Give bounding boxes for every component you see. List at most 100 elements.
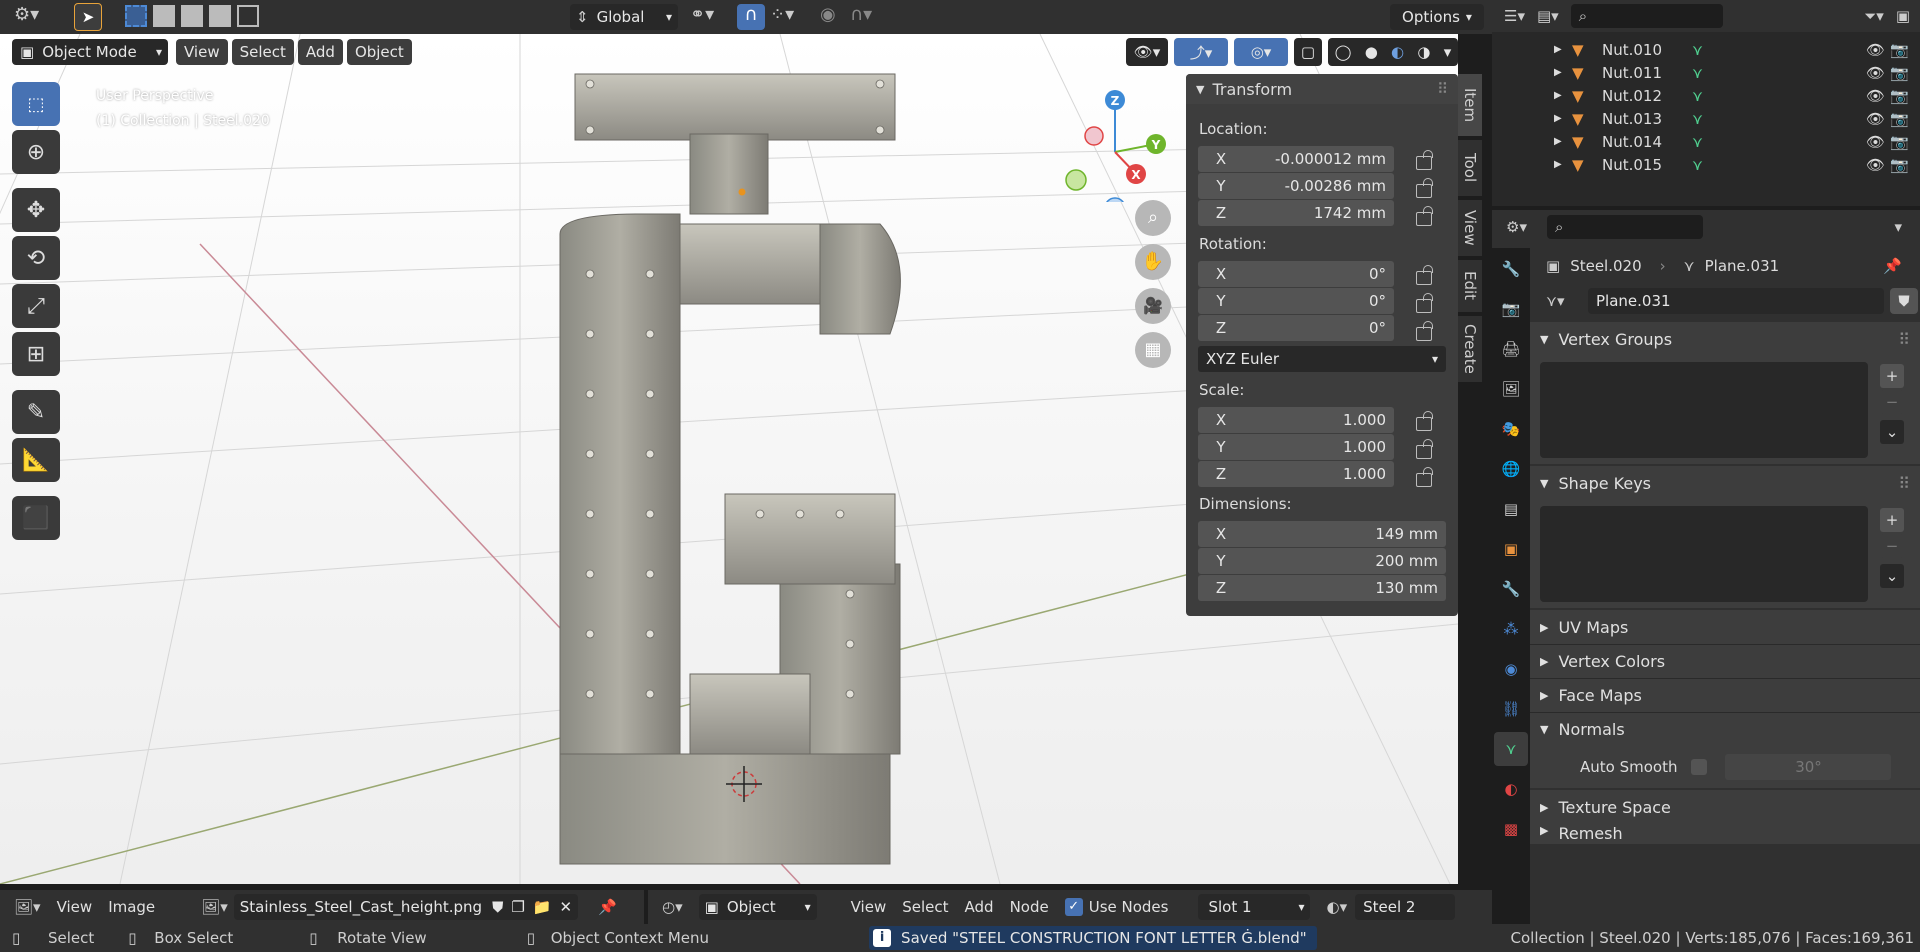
scale-x-field[interactable]: X 1.000	[1198, 407, 1394, 433]
add-cube-tool-icon[interactable]: ⬛	[12, 496, 60, 540]
expand-arrow-icon[interactable]: ▶	[1554, 113, 1572, 124]
rotation-y-field[interactable]: Y 0°	[1198, 288, 1394, 314]
navigation-gizmo[interactable]: Z Y X	[1060, 82, 1170, 219]
lock-icon[interactable]	[1416, 265, 1433, 285]
tab-view[interactable]: View	[1458, 200, 1482, 256]
expand-arrow-icon[interactable]: ▶	[1554, 159, 1572, 170]
lock-icon[interactable]	[1416, 439, 1433, 459]
chevron-down-icon[interactable]: ⌄	[1880, 564, 1904, 588]
panel-uv-maps[interactable]: ▶ UV Maps	[1530, 610, 1920, 644]
eye-icon[interactable]: 👁	[1866, 110, 1890, 128]
texture-tab-icon[interactable]: ▩	[1494, 812, 1528, 846]
material-browse-icon[interactable]: ◐▾	[1326, 898, 1347, 916]
pivot-icon[interactable]: ⚭▾	[690, 4, 730, 30]
scale-z-field[interactable]: Z 1.000	[1198, 461, 1394, 487]
add-icon[interactable]: +	[1880, 364, 1904, 388]
tool-tab-icon[interactable]: 🔧	[1494, 252, 1528, 286]
chevron-down-icon[interactable]: ▾	[1444, 43, 1452, 61]
lock-icon[interactable]	[1416, 321, 1433, 341]
mesh-data-icon[interactable]: ⋎	[1692, 110, 1703, 128]
camera-icon[interactable]: 📷	[1890, 156, 1920, 174]
camera-icon[interactable]: 📷	[1890, 110, 1920, 128]
xray-icon[interactable]: ▢	[1294, 38, 1322, 66]
camera-icon[interactable]: 🎥	[1135, 288, 1171, 324]
panel-normals[interactable]: ▼ Normals	[1530, 712, 1920, 746]
grid-view-icon[interactable]: ▦	[1135, 332, 1171, 368]
location-y-field[interactable]: Y -0.00286 mm	[1198, 173, 1394, 199]
camera-icon[interactable]: 📷	[1890, 133, 1920, 151]
slot-dropdown[interactable]: Slot 1 ▾	[1198, 894, 1311, 920]
auto-smooth-angle-field[interactable]: 30°	[1725, 754, 1892, 780]
eye-icon[interactable]: 👁	[1866, 133, 1890, 151]
view-layer-tab-icon[interactable]: 🖼	[1494, 372, 1528, 406]
outliner-row[interactable]: ▶ ▼ Nut.010 ⋎ 👁 📷	[1492, 38, 1920, 61]
zoom-icon[interactable]: ⌕	[1135, 200, 1171, 236]
expand-arrow-icon[interactable]: ▶	[1554, 90, 1572, 101]
tab-edit[interactable]: Edit	[1458, 260, 1482, 312]
outliner-row[interactable]: ▶ ▼ Nut.014 ⋎ 👁 📷	[1492, 130, 1920, 153]
cursor-tool-icon[interactable]: ⊕	[12, 130, 60, 174]
tab-tool[interactable]: Tool	[1458, 140, 1482, 196]
outliner-row[interactable]: ▶ ▼ Nut.015 ⋎ 👁 📷	[1492, 153, 1920, 176]
fake-user-shield-icon[interactable]: ⛊	[492, 898, 503, 916]
rotate-tool-icon[interactable]: ⟲	[12, 236, 60, 280]
object-tab-icon[interactable]: ▣	[1494, 532, 1528, 566]
editor-type-icon[interactable]: ⚙▾	[1506, 218, 1527, 236]
fake-user-shield-icon[interactable]: ⛊	[1890, 288, 1918, 314]
shape-keys-list[interactable]: + − ⌄	[1530, 500, 1920, 608]
expand-arrow-icon[interactable]: ▶	[1554, 67, 1572, 78]
mesh-data-icon[interactable]: ⋎	[1692, 156, 1703, 174]
mesh-name-field[interactable]: Plane.031	[1588, 288, 1884, 314]
tab-item[interactable]: Item	[1458, 74, 1482, 136]
lock-icon[interactable]	[1416, 150, 1433, 170]
menu-select[interactable]: Select	[231, 39, 294, 65]
eye-icon[interactable]: 👁	[1866, 41, 1890, 59]
mesh-data-icon[interactable]: ⋎	[1692, 87, 1703, 105]
menu-image[interactable]: Image	[108, 898, 155, 916]
close-icon[interactable]: ✕	[559, 898, 572, 916]
editor-type-icon[interactable]: 🖼▾	[14, 898, 41, 916]
camera-icon[interactable]: 📷	[1890, 41, 1920, 59]
pin-icon[interactable]: 📌	[598, 898, 617, 916]
menu-select[interactable]: Select	[902, 898, 948, 916]
rotation-x-field[interactable]: X 0°	[1198, 261, 1394, 287]
shader-type-dropdown[interactable]: ▣ Object ▾	[698, 894, 817, 920]
vertex-groups-list[interactable]: + − ⌄	[1530, 356, 1920, 464]
falloff-icon[interactable]: ∩▾	[850, 4, 888, 30]
filter-icon[interactable]: ⏷▾	[1864, 7, 1884, 25]
material-preview-icon[interactable]: ◐	[1391, 43, 1404, 61]
menu-node[interactable]: Node	[1010, 898, 1049, 916]
remove-icon[interactable]: −	[1880, 390, 1904, 414]
camera-icon[interactable]: 📷	[1890, 87, 1920, 105]
material-tab-icon[interactable]: ◐	[1494, 772, 1528, 806]
options-dropdown[interactable]: Options ▾	[1390, 4, 1484, 30]
menu-object[interactable]: Object	[346, 39, 412, 65]
outliner-row[interactable]: ▶ ▼ Nut.012 ⋎ 👁 📷	[1492, 84, 1920, 107]
outliner-row[interactable]: ▶ ▼ Nut.013 ⋎ 👁 📷	[1492, 107, 1920, 130]
shading-modes-icon[interactable]: ◯ ● ◐ ◑ ▾	[1328, 38, 1458, 66]
eye-icon[interactable]: 👁	[1866, 64, 1890, 82]
drag-handle-icon[interactable]: ⠿	[1437, 80, 1448, 98]
duplicate-icon[interactable]: ❐	[511, 898, 524, 916]
editor-type-icon[interactable]: ☰▾	[1504, 7, 1525, 25]
lock-icon[interactable]	[1416, 467, 1433, 487]
panel-shape-keys[interactable]: ▼ Shape Keys ⠿	[1530, 466, 1920, 500]
mesh-data-icon[interactable]: ⋎	[1692, 133, 1703, 151]
mesh-data-icon[interactable]: ⋎▾	[1546, 292, 1582, 310]
menu-view[interactable]: View	[57, 898, 93, 916]
snap-target-icon[interactable]: ⁘▾	[770, 4, 808, 30]
panel-vertex-groups[interactable]: ▼ Vertex Groups ⠿	[1530, 322, 1920, 356]
wireframe-icon[interactable]: ◯	[1335, 43, 1352, 61]
expand-arrow-icon[interactable]: ▶	[1554, 44, 1572, 55]
eye-icon[interactable]: 👁	[1866, 87, 1890, 105]
material-name-field[interactable]: Steel 2	[1355, 894, 1456, 920]
lock-icon[interactable]	[1416, 178, 1433, 198]
panel-vertex-colors[interactable]: ▶ Vertex Colors	[1530, 644, 1920, 678]
drag-handle-icon[interactable]: ⠿	[1898, 330, 1910, 349]
eye-icon[interactable]: 👁	[1866, 156, 1890, 174]
constraints-tab-icon[interactable]: ⛓	[1494, 692, 1528, 726]
visibility-icon[interactable]: 👁▾	[1126, 38, 1168, 66]
scale-tool-icon[interactable]: ⤢	[12, 284, 60, 328]
menu-view[interactable]: View	[851, 898, 887, 916]
physics-tab-icon[interactable]: ◉	[1494, 652, 1528, 686]
